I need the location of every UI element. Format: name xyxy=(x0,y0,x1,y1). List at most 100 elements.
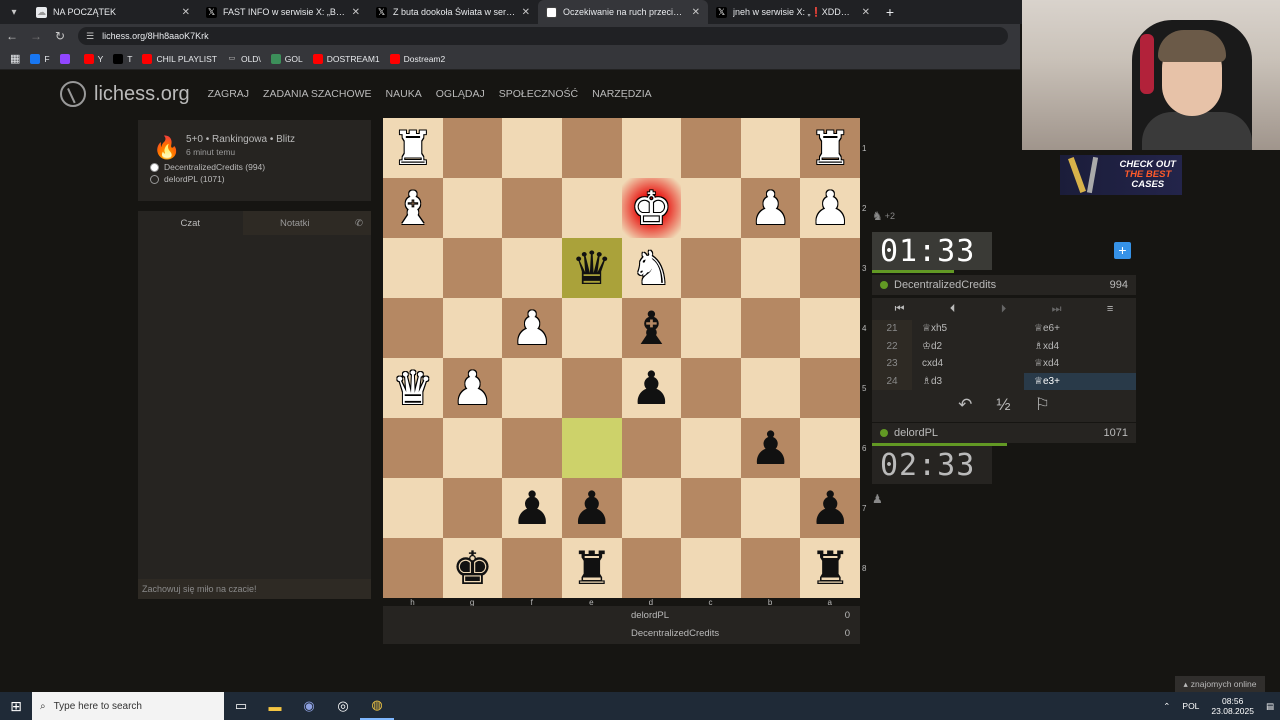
nav-item[interactable]: ZADANIA SZACHOWE xyxy=(263,88,372,100)
close-tab-icon[interactable]: ✕ xyxy=(522,7,530,18)
black-pawn-icon[interactable]: ♟ xyxy=(631,365,672,411)
browser-tab[interactable]: 𝕏jneh w serwisie X: „❗XDDDDD… ✕ xyxy=(708,0,878,24)
board-square[interactable] xyxy=(502,358,562,418)
black-pawn-icon[interactable]: ♟ xyxy=(571,485,612,531)
board-square[interactable]: ♚ xyxy=(442,538,503,598)
board-square[interactable] xyxy=(383,478,443,538)
board-square[interactable] xyxy=(800,358,860,418)
board-square[interactable] xyxy=(561,118,622,178)
board-square[interactable]: ♟ xyxy=(561,478,622,538)
board-square[interactable]: ♜ xyxy=(800,118,860,178)
white-pawn-icon[interactable]: ♟ xyxy=(750,185,791,231)
board-square[interactable] xyxy=(561,418,622,478)
board-square[interactable] xyxy=(383,418,443,478)
white-rook-icon[interactable]: ♜ xyxy=(392,125,433,171)
move-black[interactable]: ♕xd4 xyxy=(1024,355,1136,373)
board-square[interactable]: ♝ xyxy=(383,178,443,238)
nav-item[interactable]: NAUKA xyxy=(386,88,422,100)
board-square[interactable] xyxy=(502,238,562,298)
board-square[interactable] xyxy=(621,118,682,178)
black-king-icon[interactable]: ♚ xyxy=(452,545,493,591)
back-icon[interactable]: ← xyxy=(0,29,24,43)
board-square[interactable] xyxy=(740,538,801,598)
move-white[interactable]: ♕xh5 xyxy=(912,320,1024,338)
board-square[interactable] xyxy=(681,478,741,538)
windows-start-icon[interactable]: ⊞ xyxy=(0,692,32,720)
tray-clock[interactable]: 08:56 23.08.2025 xyxy=(1211,696,1254,716)
player-entry[interactable]: delordPL (1071) xyxy=(150,174,359,184)
bookmark-item[interactable]: T xyxy=(113,53,132,64)
board-square[interactable] xyxy=(442,478,503,538)
white-pawn-icon[interactable]: ♟ xyxy=(511,305,552,351)
phone-icon[interactable]: ✆ xyxy=(347,211,371,235)
black-pawn-icon[interactable]: ♟ xyxy=(750,425,791,471)
takeback-icon[interactable]: ↶ xyxy=(958,395,972,415)
board-square[interactable] xyxy=(442,298,503,358)
move-white[interactable]: cxd4 xyxy=(912,355,1024,373)
black-pawn-icon[interactable]: ♟ xyxy=(810,485,851,531)
board-square[interactable] xyxy=(740,118,801,178)
player-name-bottom[interactable]: delordPL xyxy=(894,427,938,439)
apps-icon[interactable]: ▦ xyxy=(10,52,20,65)
board-square[interactable]: ♟ xyxy=(502,298,562,358)
tab-notes[interactable]: Notatki xyxy=(242,211,347,235)
forward-icon[interactable]: → xyxy=(24,29,48,43)
notifications-icon[interactable]: ▤ xyxy=(1266,701,1274,712)
bookmark-item[interactable]: ▭ OLD\ xyxy=(226,53,261,64)
move-black[interactable]: ♕e3+ xyxy=(1024,372,1136,390)
board-square[interactable]: ♜ xyxy=(800,538,860,598)
black-queen-icon[interactable]: ♛ xyxy=(571,245,612,291)
black-rook-icon[interactable]: ♜ xyxy=(571,545,612,591)
board-square[interactable] xyxy=(740,358,801,418)
board-square[interactable] xyxy=(442,178,503,238)
board-square[interactable] xyxy=(442,118,503,178)
close-tab-icon[interactable]: ✕ xyxy=(352,7,360,18)
board-square[interactable] xyxy=(442,238,503,298)
discord-icon[interactable]: ◉ xyxy=(292,692,326,720)
white-queen-icon[interactable]: ♛ xyxy=(392,365,433,411)
last-move-icon[interactable]: ⏭ xyxy=(1052,303,1062,316)
white-rook-icon[interactable]: ♜ xyxy=(810,125,851,171)
bookmark-item[interactable]: Dostream2 xyxy=(389,53,445,64)
bookmark-item[interactable]: GOL xyxy=(270,53,303,64)
board-square[interactable]: ♟ xyxy=(800,178,860,238)
white-knight-icon[interactable]: ♞ xyxy=(631,245,672,291)
board-square[interactable]: ♝ xyxy=(621,298,682,358)
browser-tab[interactable]: Oczekiwanie na ruch przeciwni… ✕ xyxy=(538,0,708,24)
next-move-icon[interactable]: ⏵ xyxy=(1001,303,1007,316)
board-square[interactable] xyxy=(800,418,860,478)
move-black[interactable]: ♗xd4 xyxy=(1024,338,1136,356)
move-white[interactable]: ♔d2 xyxy=(912,338,1024,356)
first-move-icon[interactable]: ⏮ xyxy=(895,303,905,316)
board-square[interactable] xyxy=(681,418,741,478)
player-name-top[interactable]: DecentralizedCredits xyxy=(894,279,996,291)
file-explorer-icon[interactable]: ▬ xyxy=(258,692,292,720)
tab-search-icon[interactable]: ▾ xyxy=(0,0,28,24)
bookmark-item[interactable]: F xyxy=(30,53,50,64)
board-square[interactable] xyxy=(681,118,741,178)
board-square[interactable] xyxy=(800,298,860,358)
close-tab-icon[interactable]: ✕ xyxy=(692,7,700,18)
board-square[interactable] xyxy=(621,538,682,598)
board-square[interactable]: ♜ xyxy=(561,538,622,598)
board-square[interactable]: ♟ xyxy=(502,478,562,538)
close-tab-icon[interactable]: ✕ xyxy=(182,7,190,18)
board-square[interactable] xyxy=(800,238,860,298)
board-square[interactable] xyxy=(740,478,801,538)
site-logo[interactable]: lichess.org xyxy=(60,81,190,107)
board-square[interactable] xyxy=(383,238,443,298)
offer-draw-button[interactable]: ½ xyxy=(996,395,1010,415)
board-square[interactable] xyxy=(561,178,622,238)
board-square[interactable] xyxy=(621,418,682,478)
tray-chevron-icon[interactable]: ⌃ xyxy=(1163,701,1170,712)
board-square[interactable]: ♟ xyxy=(621,358,682,418)
board-square[interactable] xyxy=(621,478,682,538)
nav-item[interactable]: OGLĄDAJ xyxy=(436,88,485,100)
resign-flag-icon[interactable]: ⚐ xyxy=(1035,395,1050,415)
board-square[interactable]: ♟ xyxy=(740,178,801,238)
browser-tab[interactable]: 𝕏 FAST INFO w serwisie X: „BESTI… ✕ xyxy=(198,0,368,24)
chrome-icon[interactable]: ◍ xyxy=(360,692,394,720)
board-square[interactable] xyxy=(442,418,503,478)
board-square[interactable]: ♟ xyxy=(442,358,503,418)
menu-icon[interactable]: ≡ xyxy=(1107,303,1113,315)
